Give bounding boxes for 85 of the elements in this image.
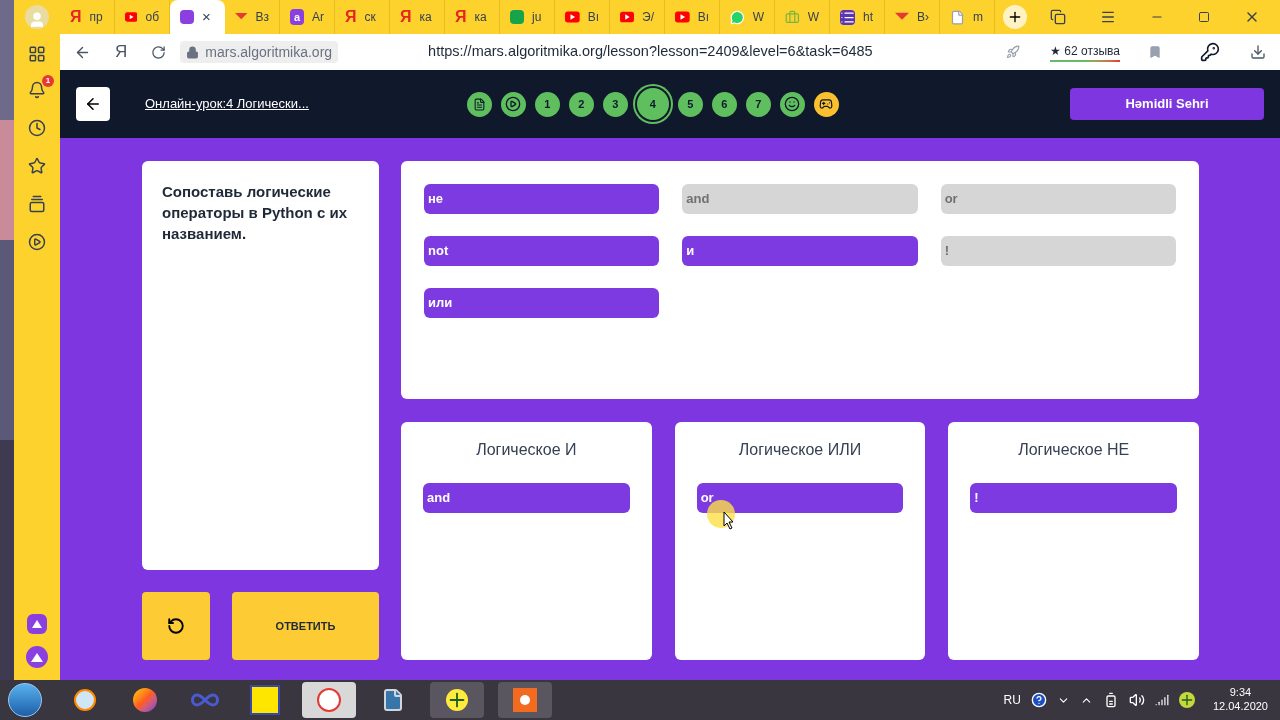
rocket-icon[interactable] (1006, 45, 1020, 59)
step-button[interactable] (500, 91, 526, 117)
answer-chip[interactable]: and (423, 483, 630, 513)
bookmark-icon[interactable] (1148, 45, 1162, 59)
history-icon[interactable] (28, 119, 46, 137)
download-icon[interactable] (1250, 44, 1266, 60)
play-icon (505, 96, 522, 112)
domain-pill[interactable]: mars.algoritmika.org (180, 41, 339, 63)
screen-recorder-icon[interactable] (498, 682, 552, 718)
youtube-icon (565, 11, 580, 23)
alice-icon[interactable] (26, 646, 48, 668)
star-icon[interactable] (28, 157, 46, 175)
chat-icon (730, 9, 745, 25)
answer-chip[interactable]: ! (970, 483, 1177, 513)
reviews-badge[interactable]: ★ 62 отзыва (1050, 42, 1120, 62)
url-text[interactable]: https://mars.algoritmika.org/lesson?lesson=2409&level=6&task=6485 (428, 41, 873, 63)
category-title: Логическое ИЛИ (737, 440, 863, 460)
answer-chip[interactable]: не (424, 184, 660, 214)
back-button[interactable] (76, 87, 110, 121)
step-button[interactable] (779, 91, 805, 117)
new-tab-button[interactable] (1003, 5, 1027, 29)
step-button[interactable]: 4 (636, 88, 669, 120)
language-indicator[interactable]: RU (1003, 691, 1021, 709)
category-title: Логическое НЕ (1017, 440, 1131, 460)
bell-icon[interactable] (28, 81, 46, 99)
volume-icon[interactable] (1128, 692, 1145, 708)
step-button[interactable]: 3 (602, 91, 628, 117)
user-button[interactable]: Həmidli Sehri (1070, 88, 1264, 120)
yandex-logo: Я (70, 9, 82, 25)
apps-icon[interactable] (28, 45, 46, 63)
answer-chip[interactable]: и (682, 236, 918, 266)
browser-tab[interactable]: × (170, 0, 225, 34)
smile-icon (784, 96, 801, 112)
document-icon (950, 9, 965, 25)
document-icon (472, 97, 486, 111)
answer-chip[interactable]: или (424, 288, 660, 318)
assistant-icon[interactable] (27, 614, 47, 634)
video-icon[interactable] (28, 233, 46, 251)
browser-icon[interactable] (302, 682, 356, 718)
tabs-icon[interactable] (1050, 9, 1066, 25)
menu-icon[interactable] (1100, 9, 1116, 25)
yandex-logo: Я (455, 9, 467, 25)
youtube-icon (125, 11, 138, 23)
lock-icon (186, 45, 200, 59)
step-button[interactable] (466, 91, 492, 117)
passwords-icon[interactable] (1200, 42, 1220, 62)
step-button[interactable] (813, 91, 839, 117)
reload-icon[interactable] (151, 44, 167, 60)
step-button[interactable]: 6 (711, 91, 737, 117)
yandex-logo: Я (345, 9, 357, 25)
answer-button[interactable]: ОТВЕТИТЬ (232, 592, 379, 660)
answer-chip[interactable]: or (696, 483, 904, 513)
answer-chip[interactable]: ! (940, 236, 1176, 266)
collections-icon[interactable] (28, 195, 46, 213)
help-icon[interactable] (1030, 692, 1047, 708)
maximize-icon[interactable] (1198, 11, 1210, 23)
home-button[interactable]: Я (115, 39, 128, 65)
lesson-title-link[interactable]: Онлайн-урок:4 Логически... (145, 94, 309, 114)
plus-icon (1007, 9, 1023, 25)
category-title: Логическое И (475, 440, 578, 460)
notification-badge: 1 (42, 75, 54, 87)
letter-logo: a (290, 9, 304, 25)
clock-time[interactable]: 9:34 (1229, 686, 1252, 700)
step-button[interactable]: 1 (534, 91, 560, 117)
step-button[interactable]: 5 (677, 91, 703, 117)
answer-chip[interactable]: not (424, 236, 660, 266)
signal-icon[interactable] (1154, 693, 1169, 707)
start-button[interactable] (8, 683, 42, 717)
youtube-icon (675, 11, 690, 23)
reset-button[interactable] (142, 592, 210, 660)
envelope-icon (235, 12, 248, 22)
question-text: Сопоставь логические операторы в Python с их названием. (162, 182, 348, 244)
step-button[interactable]: 2 (568, 91, 594, 117)
gamepad-icon (819, 97, 834, 111)
envelope-icon (895, 12, 909, 22)
youtube-icon (620, 11, 635, 23)
briefcase-icon (785, 9, 800, 25)
yandex-logo: Я (400, 9, 412, 25)
plus-app-icon[interactable] (430, 682, 484, 718)
step-button[interactable]: 7 (745, 91, 771, 117)
plus-tray-icon[interactable] (1178, 692, 1195, 708)
reset-icon (167, 617, 185, 635)
list-icon (840, 9, 855, 25)
close-tab-button[interactable]: × (202, 5, 211, 29)
clock-date[interactable]: 12.04.2020 (1212, 700, 1268, 714)
